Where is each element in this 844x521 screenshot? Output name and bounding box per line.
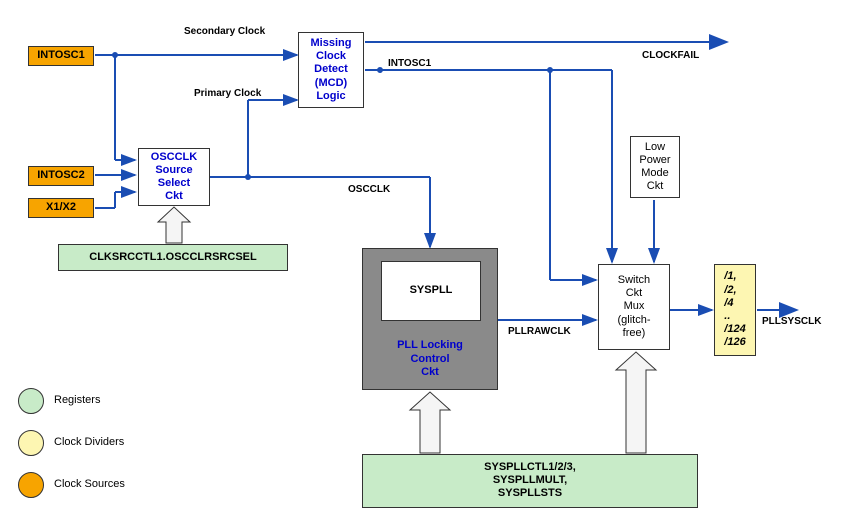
legend-text-registers: Registers xyxy=(54,394,100,406)
label-secondary-clock: Secondary Clock xyxy=(184,26,265,37)
register-syspll: SYSPLLCTL1/2/3, SYSPLLMULT, SYSPLLSTS xyxy=(362,454,698,508)
syspll-block: SYSPLL xyxy=(381,261,481,321)
clock-divider: /1, /2, /4 .. /124 /126 xyxy=(714,264,756,356)
source-intosc2: INTOSC2 xyxy=(28,166,94,186)
label-pllrawclk: PLLRAWCLK xyxy=(508,326,571,337)
label-primary-clock: Primary Clock xyxy=(194,88,261,99)
source-x1x2: X1/X2 xyxy=(28,198,94,218)
pll-container: SYSPLL PLL Locking Control Ckt xyxy=(362,248,498,390)
pll-locking-label: PLL Locking Control Ckt xyxy=(363,339,497,379)
label-oscclk-signal: OSCCLK xyxy=(348,184,390,195)
legend-dot-sources xyxy=(18,472,44,498)
low-power-mode: Low Power Mode Ckt xyxy=(630,136,680,198)
label-intosc1-signal: INTOSC1 xyxy=(388,58,431,69)
legend-dot-registers xyxy=(18,388,44,414)
label-clockfail: CLOCKFAIL xyxy=(642,50,699,61)
switch-mux: Switch Ckt Mux (glitch- free) xyxy=(598,264,670,350)
label-pllsysclk: PLLSYSCLK xyxy=(762,316,821,327)
source-intosc1: INTOSC1 xyxy=(28,46,94,66)
mcd-logic: Missing Clock Detect (MCD) Logic xyxy=(298,32,364,108)
legend-text-sources: Clock Sources xyxy=(54,478,125,490)
legend-dot-dividers xyxy=(18,430,44,456)
oscclk-source-select: OSCCLK Source Select Ckt xyxy=(138,148,210,206)
legend-text-dividers: Clock Dividers xyxy=(54,436,124,448)
register-clksrcctl: CLKSRCCTL1.OSCCLRSRCSEL xyxy=(58,244,288,271)
